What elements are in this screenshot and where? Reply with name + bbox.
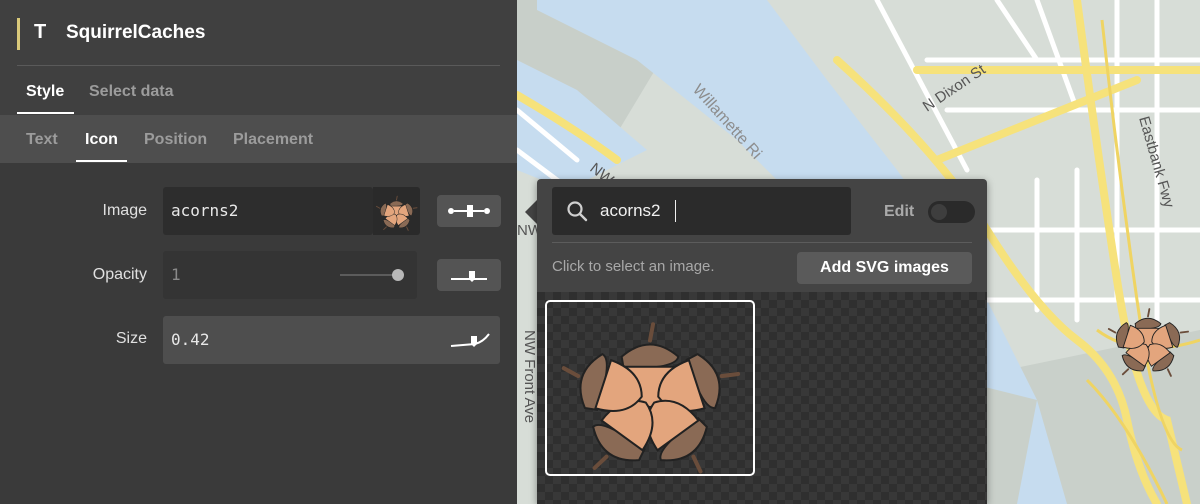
opacity-slider-handle[interactable]	[392, 269, 404, 281]
opacity-expression-button[interactable]	[437, 259, 501, 291]
expression-icon	[451, 271, 487, 282]
acorn-cluster-icon	[547, 302, 753, 474]
map-label-front: NW Front Ave	[521, 330, 538, 423]
layer-accent-bar	[17, 18, 20, 50]
image-expression-button[interactable]	[437, 195, 501, 227]
size-value: 0.42	[171, 330, 210, 349]
tab-select-data[interactable]: Select data	[89, 83, 173, 101]
image-picker-popup: acorns2 Edit Click to select an image. A…	[537, 179, 987, 504]
edit-label: Edit	[884, 203, 915, 220]
edit-toggle[interactable]	[928, 201, 975, 223]
add-svg-images-button[interactable]: Add SVG images	[797, 252, 972, 284]
subtab-bar: Text Icon Position Placement	[0, 115, 517, 163]
search-icon	[567, 201, 588, 222]
opacity-field[interactable]: 1	[163, 251, 417, 299]
picker-hint: Click to select an image.	[552, 258, 715, 275]
zoom-curve-icon[interactable]	[445, 324, 495, 356]
popup-pointer	[525, 200, 537, 224]
layer-name[interactable]: SquirrelCaches	[66, 22, 205, 44]
style-panel: T SquirrelCaches Style Select data Text …	[0, 0, 517, 504]
tab-style[interactable]: Style	[26, 83, 64, 101]
image-label: Image	[102, 202, 147, 219]
image-value: acorns2	[171, 201, 239, 220]
opacity-label: Opacity	[92, 266, 147, 283]
expression-icon	[448, 205, 490, 217]
opacity-value: 1	[171, 265, 181, 284]
size-label: Size	[115, 330, 147, 347]
layer-header: T SquirrelCaches	[0, 0, 517, 66]
text-caret	[675, 200, 676, 222]
text-layer-icon: T	[34, 21, 47, 43]
edit-toggle-knob	[931, 204, 947, 220]
image-search-input[interactable]: acorns2	[552, 187, 851, 235]
subtab-icon-underline	[76, 160, 127, 162]
search-query: acorns2	[600, 201, 661, 220]
subtab-text[interactable]: Text	[26, 131, 58, 149]
subtab-position[interactable]: Position	[144, 131, 207, 149]
popup-divider	[552, 242, 972, 243]
acorn-marker-icon[interactable]	[1102, 298, 1194, 378]
acorn-thumb-icon	[373, 187, 420, 235]
subtab-icon[interactable]: Icon	[85, 131, 118, 149]
image-thumbnail[interactable]	[373, 187, 420, 235]
image-field[interactable]: acorns2	[163, 187, 373, 235]
size-field[interactable]: 0.42	[163, 316, 500, 364]
image-option-acorns2[interactable]	[545, 300, 755, 476]
image-gallery	[537, 292, 987, 504]
subtab-placement[interactable]: Placement	[233, 131, 313, 149]
tab-style-underline	[17, 112, 74, 114]
header-divider	[17, 65, 500, 66]
